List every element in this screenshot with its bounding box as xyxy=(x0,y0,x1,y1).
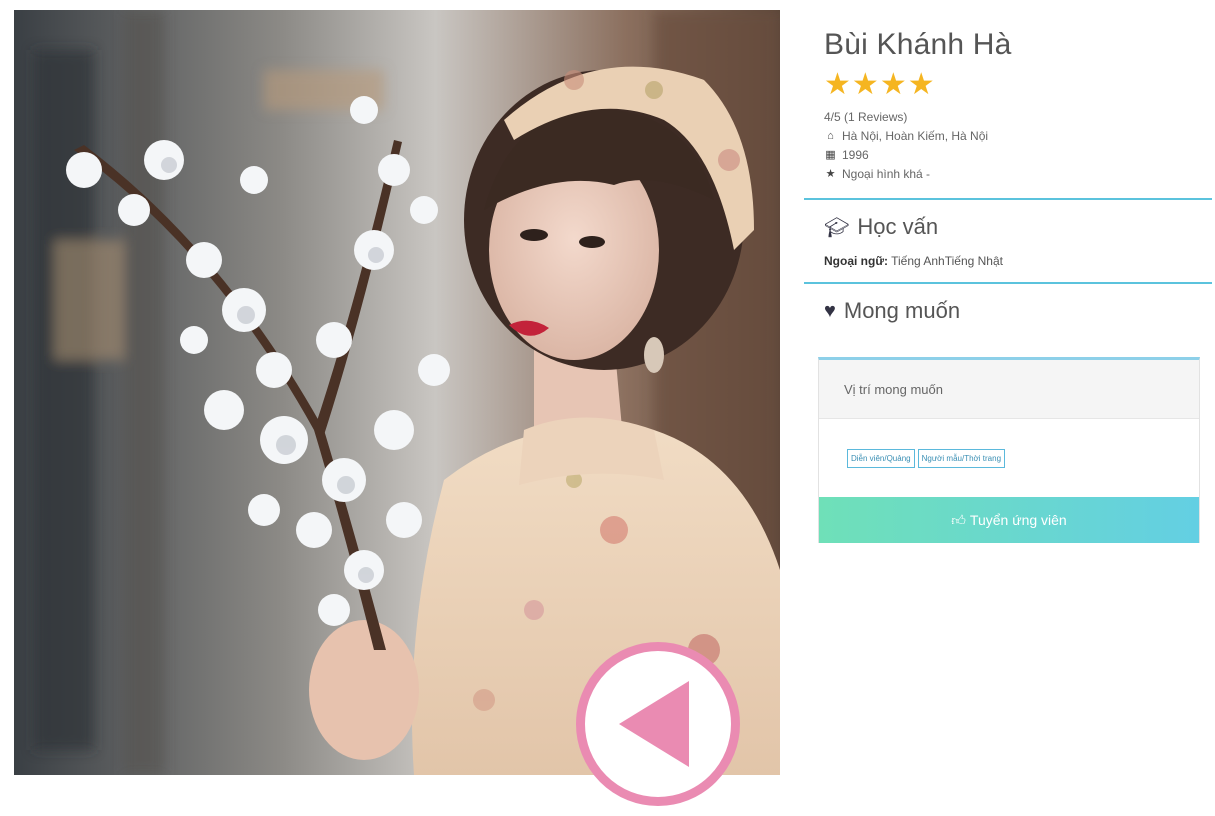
location-text: Hà Nội, Hoàn Kiếm, Hà Nội xyxy=(842,129,989,143)
profile-name: Bùi Khánh Hà xyxy=(824,28,1012,61)
appearance-row: ★ Ngoại hình khá - xyxy=(824,165,1212,184)
star-icon: ★ xyxy=(851,68,879,101)
desired-position-header: Vị trí mong muốn xyxy=(819,360,1199,419)
thumbs-up-icon: 👍︎ xyxy=(951,511,966,528)
position-tag[interactable]: Diễn viên/Quảng xyxy=(847,448,915,468)
appearance-text: Ngoại hình khá - xyxy=(842,167,931,181)
education-section-title: 🎓︎ Học vấn xyxy=(824,214,1212,240)
heart-icon: ♥ xyxy=(824,299,836,322)
rating-text: 4/5 (1 Reviews) xyxy=(824,108,1212,127)
star-icon: ★ xyxy=(907,68,935,101)
desired-position-card: Vị trí mong muốn Diễn viên/Quảng Người m… xyxy=(818,357,1200,543)
prev-photo-button[interactable] xyxy=(576,642,740,806)
language-row: Ngoại ngữ: Tiếng AnhTiếng Nhật xyxy=(824,254,1212,268)
star-icon: ★ xyxy=(825,168,836,180)
star-icon: ★ xyxy=(879,68,907,101)
birth-row: ▦ 1996 xyxy=(824,146,1212,165)
divider xyxy=(804,198,1212,200)
graduation-cap-icon: 🎓︎ xyxy=(824,216,850,239)
hire-button-label: Tuyển ứng viên xyxy=(969,512,1067,528)
language-value: Tiếng AnhTiếng Nhật xyxy=(888,254,1003,268)
birth-year-text: 1996 xyxy=(842,148,869,162)
calendar-icon: ▦ xyxy=(825,149,836,161)
home-icon: ⌂ xyxy=(827,130,834,142)
location-row: ⌂ Hà Nội, Hoàn Kiếm, Hà Nội xyxy=(824,127,1212,146)
language-label: Ngoại ngữ: xyxy=(824,254,889,268)
profile-page: Bùi Khánh Hà ★ ★ ★ ★ 4/5 (1 Reviews) ⌂ H… xyxy=(0,0,1215,816)
education-title-text: Học vấn xyxy=(857,214,939,239)
profile-info-panel: Bùi Khánh Hà ★ ★ ★ ★ 4/5 (1 Reviews) ⌂ H… xyxy=(804,20,1212,543)
hire-candidate-button[interactable]: 👍︎ Tuyển ứng viên xyxy=(819,497,1199,543)
wishes-section-title: ♥ Mong muốn xyxy=(824,298,1212,324)
profile-meta: 4/5 (1 Reviews) ⌂ Hà Nội, Hoàn Kiếm, Hà … xyxy=(824,108,1212,184)
star-icon: ★ xyxy=(824,68,851,101)
rating-stars: ★ ★ ★ ★ xyxy=(824,70,1212,102)
wishes-title-text: Mong muốn xyxy=(843,298,961,323)
play-left-icon xyxy=(619,681,689,767)
rating-text-label: 4/5 (1 Reviews) xyxy=(824,110,908,124)
divider xyxy=(804,282,1212,284)
position-tag[interactable]: Người mẫu/Thời trang xyxy=(917,448,1006,468)
desired-position-tags: Diễn viên/Quảng Người mẫu/Thời trang xyxy=(819,419,1199,497)
